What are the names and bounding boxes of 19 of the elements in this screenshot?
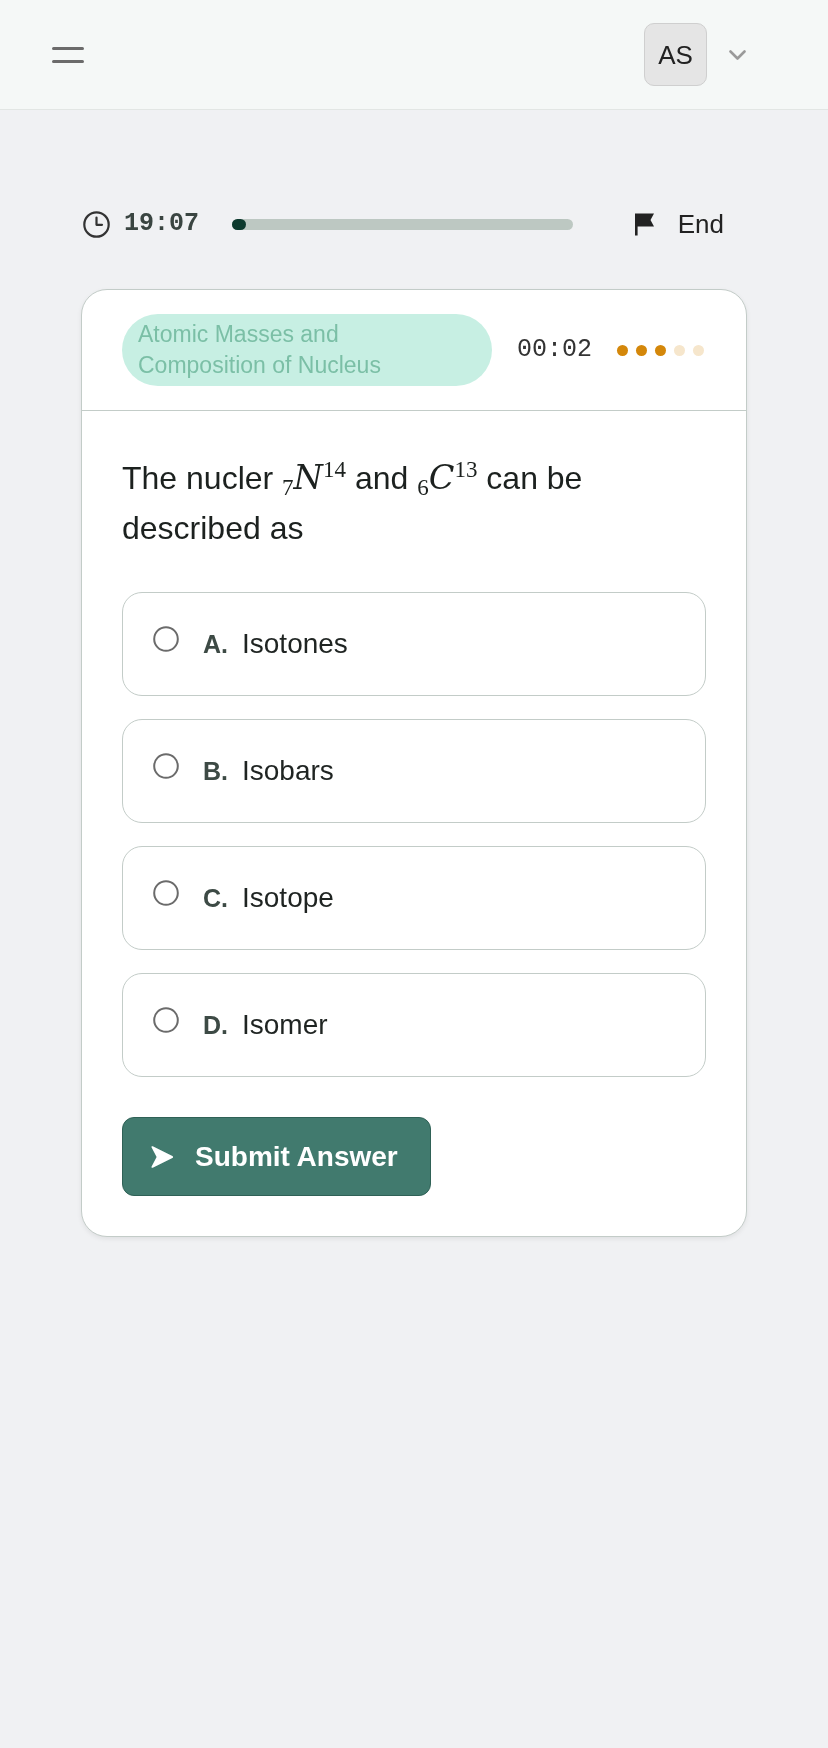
answer-option[interactable]: B. Isobars bbox=[122, 719, 706, 823]
send-icon bbox=[149, 1143, 175, 1170]
avatar-button[interactable]: AS bbox=[644, 23, 707, 86]
topic-tag: Atomic Masses and Composition of Nucleus bbox=[122, 314, 492, 386]
radio-button[interactable] bbox=[153, 880, 179, 906]
question-text: The nucler $_{7}$N$^{14}$ and $_{6}$C$^{13}$ can be described as bbox=[122, 455, 584, 548]
answer-option[interactable]: A. Isotones bbox=[122, 592, 706, 696]
radio-button[interactable] bbox=[153, 753, 179, 779]
submit-button[interactable]: Submit Answer bbox=[122, 1117, 431, 1196]
time-remaining: 19:07 bbox=[124, 208, 199, 241]
radio-button[interactable] bbox=[153, 1007, 179, 1033]
answer-option[interactable]: C. Isotope bbox=[122, 846, 706, 950]
elapsed-time: 00:02 bbox=[517, 334, 592, 367]
clock-icon bbox=[83, 210, 110, 238]
radio-button[interactable] bbox=[153, 626, 179, 652]
answer-option[interactable]: D. Isomer bbox=[122, 973, 706, 1077]
menu-icon[interactable] bbox=[52, 46, 84, 63]
chevron-down-icon[interactable] bbox=[729, 49, 746, 60]
end-button[interactable]: End bbox=[631, 204, 724, 244]
